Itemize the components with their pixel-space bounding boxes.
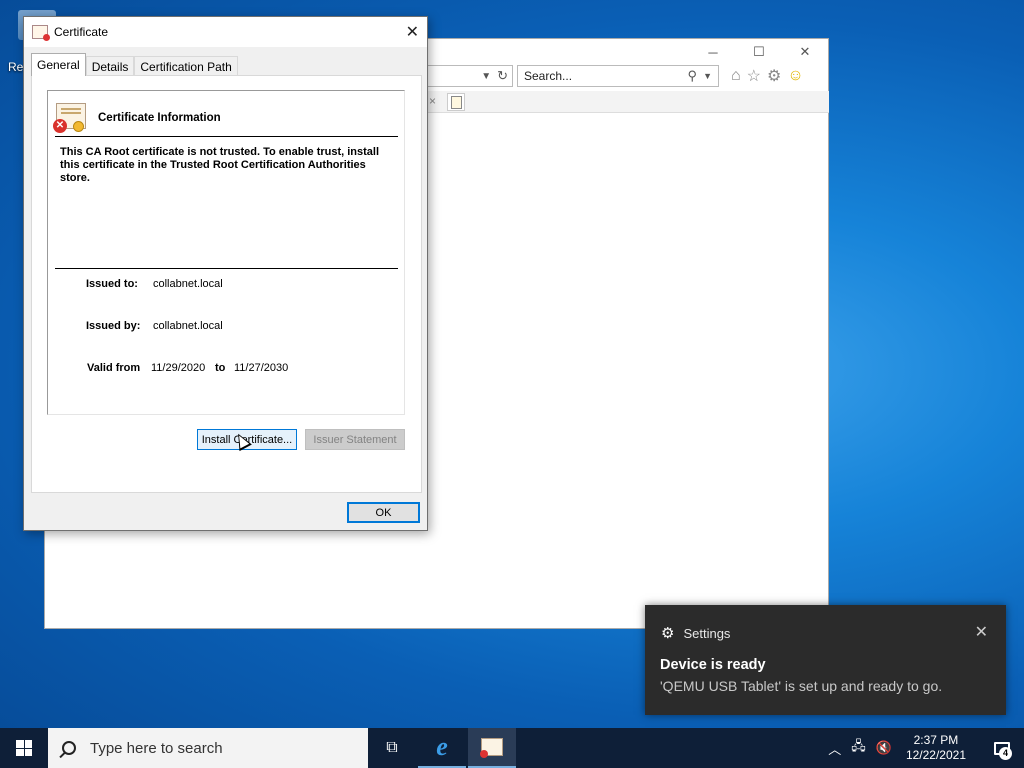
valid-from-label: Valid from — [87, 362, 141, 374]
issued-to-value: collabnet.local — [153, 278, 223, 290]
network-icon[interactable]: 🖧 — [851, 737, 866, 759]
issued-by-value: collabnet.local — [153, 320, 223, 332]
clock[interactable]: 2:37 PM 12/22/2021 — [906, 733, 966, 763]
toast-header: ⚙ Settings — [661, 624, 730, 642]
issued-to-label: Issued to: — [86, 278, 138, 290]
address-dropdown-icon[interactable]: ▼ — [481, 71, 491, 82]
maximize-button[interactable]: ☐ — [736, 39, 782, 65]
dialog-tabs: General Details Certification Path — [31, 53, 238, 76]
search-icon[interactable]: ⚲ — [688, 68, 698, 84]
clock-date: 12/22/2021 — [905, 748, 966, 762]
browser-search-placeholder: Search... — [524, 69, 573, 83]
taskbar-search-placeholder: Type here to search — [90, 739, 223, 757]
tab-certification-path[interactable]: Certification Path — [134, 56, 238, 76]
toast-notification[interactable]: ⚙ Settings ✕ Device is ready 'QEMU USB T… — [645, 605, 1006, 715]
certificate-dialog: Certificate ✕ General Details Certificat… — [23, 16, 428, 531]
certificate-info-box: ✕ Certificate Information This CA Root c… — [47, 90, 405, 415]
tab-close-icon[interactable]: × — [429, 94, 436, 108]
divider — [55, 136, 398, 137]
refresh-icon[interactable]: ↻ — [497, 68, 508, 84]
taskbar: Type here to search ⧉ e ︿ 🖧 🔇 2:37 PM 12… — [0, 728, 1024, 768]
task-view-icon: ⧉ — [386, 739, 398, 756]
dialog-title-bar: Certificate ✕ — [24, 17, 427, 47]
desktop-icon-label: Re — [8, 60, 24, 74]
tab-general[interactable]: General — [31, 53, 86, 76]
gear-icon: ⚙ — [661, 625, 675, 642]
gear-icon[interactable]: ⚙ — [767, 66, 781, 86]
close-icon[interactable]: ✕ — [975, 622, 988, 642]
taskbar-certificate-app[interactable] — [468, 728, 516, 768]
trust-warning-text: This CA Root certificate is not trusted.… — [60, 146, 380, 184]
dialog-title: Certificate — [54, 25, 109, 39]
issuer-statement-button[interactable]: Issuer Statement — [305, 429, 405, 450]
valid-from-value: 11/29/2020 — [151, 362, 206, 374]
taskbar-search-box[interactable]: Type here to search — [48, 728, 368, 768]
browser-tab-strip: × — [425, 91, 829, 113]
feedback-smiley-icon[interactable]: ☺ — [787, 67, 803, 85]
window-caption-buttons: ─ ☐ ✕ — [690, 39, 828, 65]
certificate-icon — [480, 738, 503, 758]
search-icon — [62, 741, 76, 755]
tab-details[interactable]: Details — [85, 56, 135, 76]
internet-explorer-icon: e — [436, 732, 448, 761]
error-x-icon: ✕ — [53, 119, 67, 133]
clock-time: 2:37 PM — [913, 733, 959, 747]
action-center-button[interactable]: 4 — [980, 728, 1024, 768]
browser-toolbar: ⌂ ☆ ⚙ ☺ — [731, 65, 804, 87]
chevron-up-icon[interactable]: ︿ — [828, 739, 841, 758]
toast-app-name: Settings — [683, 625, 731, 641]
valid-to-label: to — [215, 362, 226, 374]
toast-title: Device is ready — [660, 657, 766, 673]
issued-by-label: Issued by: — [86, 320, 141, 332]
divider — [55, 268, 398, 269]
seal-icon — [73, 121, 84, 132]
system-tray: ︿ 🖧 🔇 2:37 PM 12/22/2021 4 — [828, 728, 1024, 768]
general-tab-panel: ✕ Certificate Information This CA Root c… — [31, 75, 422, 493]
notification-count-badge: 4 — [999, 747, 1012, 760]
taskbar-internet-explorer[interactable]: e — [418, 728, 466, 768]
close-icon[interactable]: ✕ — [406, 22, 419, 42]
certificate-icon — [32, 25, 50, 41]
task-view-button[interactable]: ⧉ — [368, 728, 416, 768]
favorites-star-icon[interactable]: ☆ — [747, 66, 761, 86]
certificate-error-icon: ✕ — [53, 103, 86, 133]
search-dropdown-icon[interactable]: ▼ — [703, 71, 712, 81]
new-tab-button[interactable] — [447, 93, 465, 111]
info-heading: Certificate Information — [98, 112, 221, 124]
home-icon[interactable]: ⌂ — [731, 67, 741, 85]
toast-body: 'QEMU USB Tablet' is set up and ready to… — [660, 678, 943, 694]
start-button[interactable] — [0, 728, 48, 768]
close-window-button[interactable]: ✕ — [782, 39, 828, 65]
minimize-button[interactable]: ─ — [690, 39, 736, 65]
ok-button[interactable]: OK — [347, 502, 420, 523]
volume-muted-icon[interactable]: 🔇 — [876, 740, 892, 756]
valid-to-value: 11/27/2030 — [234, 362, 289, 374]
browser-search-box[interactable]: Search... ⚲ ▼ — [517, 65, 719, 87]
address-bar-controls: ▼ ↻ — [425, 65, 513, 87]
windows-logo-icon — [16, 740, 32, 756]
